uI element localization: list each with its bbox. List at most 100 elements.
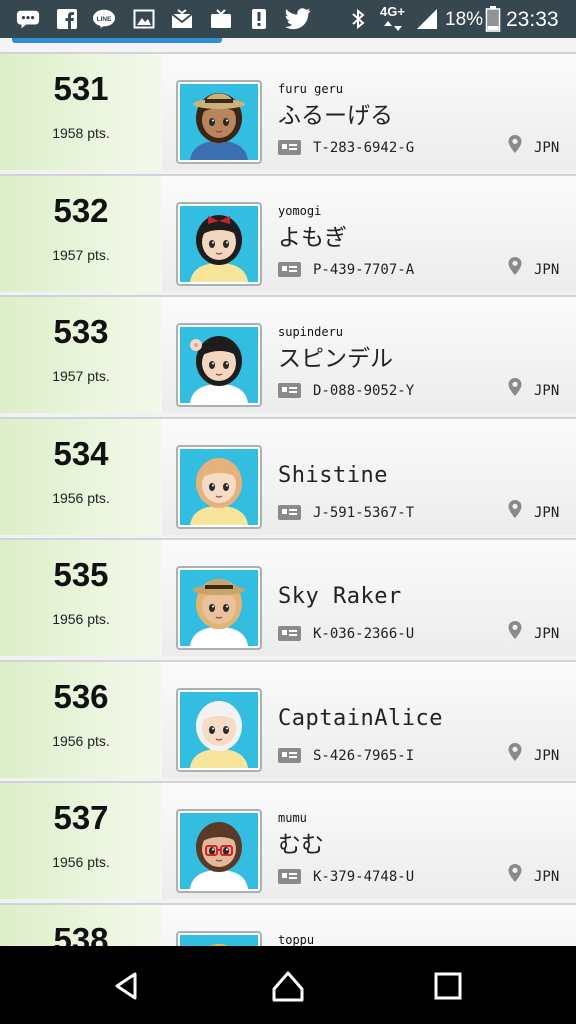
country-code: JPN: [534, 140, 560, 156]
rank-number: 532: [53, 192, 109, 229]
rank-points: 1956 pts.: [52, 854, 110, 870]
messaging-icon: [16, 7, 40, 31]
back-icon: [115, 972, 137, 1000]
ranking-row[interactable]: 531 1958 pts. furu geru ふるーげる T-283-6942-G JP…: [0, 52, 576, 170]
id-card-icon: [278, 505, 301, 520]
ranking-row[interactable]: 535 1956 pts. Sky Raker K-036-2366-U JPN: [0, 538, 576, 656]
player-avatar[interactable]: [176, 323, 262, 407]
rank-panel: 534 1956 pts.: [0, 419, 162, 535]
country-code: JPN: [534, 505, 560, 521]
rank-number: 531: [53, 70, 109, 107]
signal-icon: [415, 7, 439, 31]
line-icon: LINE: [92, 7, 116, 31]
friend-code: D-088-9052-Y: [313, 383, 415, 399]
location-pin-icon: [508, 864, 522, 882]
avatar-portrait: [180, 570, 258, 646]
clock: 23:33: [506, 8, 559, 31]
ranking-row[interactable]: 537 1956 pts. mumu むむ K-379-4748-U JPN: [0, 781, 576, 899]
player-avatar[interactable]: [176, 202, 262, 286]
player-avatar[interactable]: [176, 80, 262, 164]
friend-code: P-439-7707-A: [313, 262, 415, 278]
rank-panel: 536 1956 pts.: [0, 662, 162, 778]
id-card-icon: [278, 140, 301, 155]
friend-code: T-283-6942-G: [313, 140, 415, 156]
player-name-romaji: supinderu: [278, 325, 344, 339]
ranking-row[interactable]: 534 1956 pts. Shistine J-591-5367-T JPN: [0, 417, 576, 535]
player-avatar[interactable]: [176, 809, 262, 893]
country-code: JPN: [534, 626, 560, 642]
rank-number: 537: [53, 799, 109, 836]
player-name: よもぎ: [278, 225, 347, 251]
rank-points: 1958 pts.: [52, 125, 110, 141]
rank-points: 1956 pts.: [52, 490, 110, 506]
avatar-portrait: [180, 935, 258, 946]
bluetooth-icon: [346, 7, 370, 31]
player-name: CaptainAlice: [278, 706, 443, 731]
player-name: スピンデル: [278, 346, 393, 372]
friend-code: K-379-4748-U: [313, 869, 415, 885]
player-name: Shistine: [278, 463, 388, 488]
facebook-icon: [55, 7, 79, 31]
player-name-romaji: yomogi: [278, 204, 322, 218]
id-card-icon: [278, 626, 301, 641]
player-name-romaji: toppu: [278, 933, 315, 946]
player-name-romaji: furu geru: [278, 82, 344, 96]
ranking-row[interactable]: 536 1956 pts. CaptainAlice S-426-7965-I JPN: [0, 660, 576, 778]
avatar-portrait: [180, 206, 258, 282]
ranking-row[interactable]: 533 1957 pts. supinderu スピンデル D-088-9052-Y JP…: [0, 295, 576, 413]
previous-item-remnant: [0, 38, 576, 52]
rank-number: 538: [53, 921, 109, 946]
player-avatar[interactable]: [176, 688, 262, 772]
alert-icon: [247, 7, 271, 31]
home-icon: [272, 971, 304, 1002]
country-code: JPN: [534, 869, 560, 885]
location-pin-icon: [508, 378, 522, 396]
friend-code: S-426-7965-I: [313, 748, 415, 764]
avatar-portrait: [180, 84, 258, 160]
id-card-icon: [278, 262, 301, 277]
location-pin-icon: [508, 135, 522, 153]
player-avatar[interactable]: [176, 931, 262, 946]
player-name: ふるーげる: [278, 103, 393, 129]
avatar-portrait: [180, 449, 258, 525]
rank-points: 1956 pts.: [52, 611, 110, 627]
player-avatar[interactable]: [176, 445, 262, 529]
avatar-portrait: [180, 813, 258, 889]
home-button[interactable]: [266, 966, 310, 1006]
twitter-icon: [284, 7, 312, 31]
svg-text:LINE: LINE: [97, 16, 112, 23]
recents-icon: [434, 972, 462, 1000]
country-code: JPN: [534, 748, 560, 764]
country-code: JPN: [534, 383, 560, 399]
battery-icon: [481, 6, 505, 32]
mail-icon: [170, 7, 194, 31]
friend-code: K-036-2366-U: [313, 626, 415, 642]
rank-panel: 532 1957 pts.: [0, 176, 162, 292]
network-type: 4G+: [380, 4, 405, 19]
rank-panel: 531 1958 pts.: [0, 54, 162, 170]
location-pin-icon: [508, 257, 522, 275]
gallery-icon: [132, 7, 156, 31]
status-bar: LINE 4G+ 18% 23:33: [0, 0, 576, 38]
navigation-bar: [0, 946, 576, 1024]
tv-icon: [209, 7, 233, 31]
rank-number: 534: [53, 435, 109, 472]
player-name: むむ: [278, 832, 324, 858]
ranking-row[interactable]: 538 toppu: [0, 903, 576, 946]
player-name: Sky Raker: [278, 584, 402, 609]
rank-points: 1957 pts.: [52, 247, 110, 263]
ranking-row[interactable]: 532 1957 pts. yomogi よもぎ P-439-7707-A JPN: [0, 174, 576, 292]
location-pin-icon: [508, 743, 522, 761]
selected-tab-bar: [12, 38, 222, 43]
rank-panel: 535 1956 pts.: [0, 540, 162, 656]
recents-button[interactable]: [426, 966, 470, 1006]
rank-number: 536: [53, 678, 109, 715]
rank-panel: 533 1957 pts.: [0, 297, 162, 413]
player-avatar[interactable]: [176, 566, 262, 650]
avatar-portrait: [180, 327, 258, 403]
ranking-list[interactable]: 531 1958 pts. furu geru ふるーげる T-283-6942-G JP…: [0, 38, 576, 946]
rank-number: 533: [53, 313, 109, 350]
rank-number: 535: [53, 556, 109, 593]
back-button[interactable]: [105, 966, 149, 1006]
data-arrows-icon: [382, 19, 406, 33]
